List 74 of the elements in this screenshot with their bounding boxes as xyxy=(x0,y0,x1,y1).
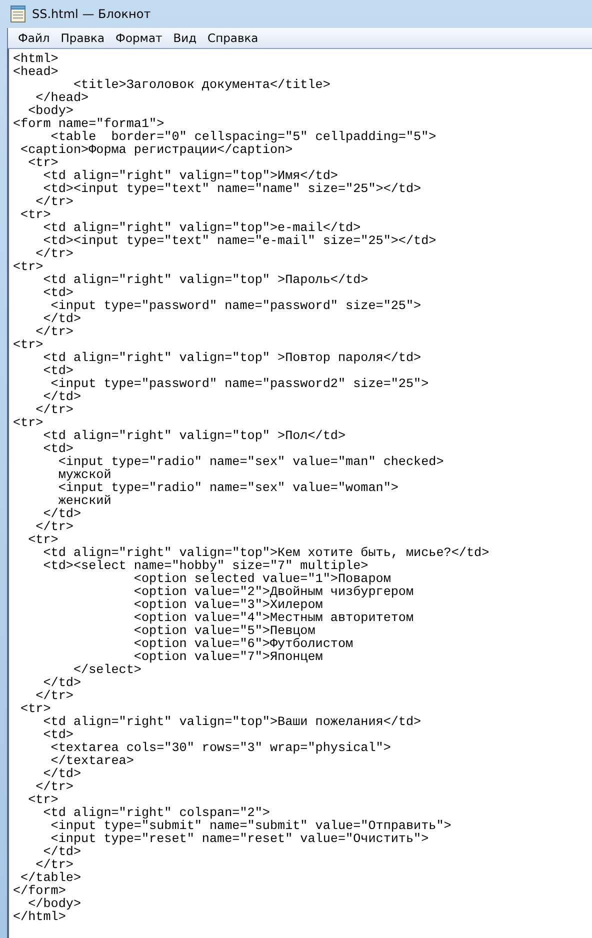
code-line: <option value="7">Японцем xyxy=(134,651,323,664)
code-line: </td> xyxy=(43,846,82,859)
code-line: <option value="2">Двойным чизбургером xyxy=(132,586,414,599)
code-line: <td align="right" valign="top" >Пол</td> xyxy=(42,430,346,443)
code-line: <body> xyxy=(28,105,74,118)
code-line: </td> xyxy=(43,768,82,781)
code-line: <td> xyxy=(42,729,74,742)
code-line: <tr> xyxy=(13,261,44,274)
code-line: <td><select name="hobby" size="7" multiple> xyxy=(42,560,368,573)
code-line: <input type="password" name="password" size="25"> xyxy=(50,300,422,313)
code-line: </select> xyxy=(73,664,142,677)
code-line: <option selected value="1">Поваром xyxy=(132,573,391,586)
code-line: <tr> xyxy=(27,157,58,170)
code-line: <td> xyxy=(42,443,74,456)
code-line: <td align="right" valign="top">Кем хотите быть, мисье?</td> xyxy=(42,547,490,560)
code-line: <option value="3">Хилером xyxy=(132,599,323,612)
code-line: <input type="password" name="password2" size="25"> xyxy=(50,378,429,391)
window-title: SS.html — Блокнот xyxy=(32,7,151,21)
code-line: <head> xyxy=(13,66,58,79)
code-line: <td align="right" valign="top" >Пароль</td> xyxy=(42,274,368,287)
code-line: </table> xyxy=(20,872,82,885)
code-line: <textarea cols="30" rows="3" wrap="physical"> xyxy=(50,742,391,755)
code-line: <title>Заголовок документа</title> xyxy=(73,79,330,92)
notepad-icon xyxy=(10,5,26,23)
code-line: <tr> xyxy=(13,417,44,430)
code-line: </textarea> xyxy=(50,755,134,768)
code-line: <input type="reset" name="reset" value="Очистить"> xyxy=(50,833,429,846)
code-line: женский xyxy=(58,495,112,508)
code-line: <html> xyxy=(13,53,58,66)
code-line: </html> xyxy=(13,911,66,924)
menu-item[interactable]: Формат xyxy=(112,31,170,45)
code-line: <tr> xyxy=(27,794,58,807)
code-line: <option value="4">Местным авторитетом xyxy=(132,612,414,625)
code-line: </td> xyxy=(43,677,82,690)
code-line: <td align="right" colspan="2"> xyxy=(42,807,270,820)
menu-item[interactable]: Справка xyxy=(204,31,266,45)
code-line: <option value="5">Певцом xyxy=(132,625,316,638)
code-line: <option value="6">Футболистом xyxy=(132,638,354,651)
code-line: </body> xyxy=(28,898,82,911)
code-line: <tr> xyxy=(27,534,58,547)
code-line: мужской xyxy=(57,469,112,482)
code-line: <input type="radio" name="sex" value="man" checked> xyxy=(57,456,444,469)
code-line: <td align="right" valign="top">e-mail</td> xyxy=(42,222,361,235)
code-line: </tr> xyxy=(34,248,74,261)
menu-item[interactable]: Вид xyxy=(169,31,204,45)
code-line: </tr> xyxy=(34,781,74,794)
menu-item[interactable]: Файл xyxy=(14,31,57,45)
code-line: </tr> xyxy=(34,521,74,534)
code-line: </tr> xyxy=(34,196,74,209)
code-line: <td> xyxy=(42,365,74,378)
code-line: <td align="right" valign="top">Имя</td> xyxy=(42,170,338,183)
code-line: <table border="0" cellspacing="5" cellpadding="5"> xyxy=(50,131,436,144)
code-line: </td> xyxy=(43,508,82,521)
code-line: <tr> xyxy=(20,209,51,222)
code-line: <td> xyxy=(42,287,74,300)
code-line: <form name="forma1"> xyxy=(13,118,164,131)
code-line: <td align="right" valign="top">Ваши пожелания</td> xyxy=(42,716,422,729)
menu-item[interactable]: Правка xyxy=(56,31,112,45)
code-line: </form> xyxy=(13,885,66,898)
code-line: </head> xyxy=(36,92,89,105)
code-line: </tr> xyxy=(34,404,74,417)
code-line: <tr> xyxy=(20,703,51,716)
code-line: <td><input type="text" name="name" size="25"></td> xyxy=(43,183,422,196)
code-line: </tr> xyxy=(34,690,74,703)
code-line: <input type="submit" name="submit" value="Отправить"> xyxy=(50,820,452,833)
code-line: <caption>Форма регистрации</caption> xyxy=(20,144,293,157)
code-line: </tr> xyxy=(34,326,74,339)
code-line: </tr> xyxy=(36,859,74,872)
code-line: <input type="radio" name="sex" value="woman"> xyxy=(57,482,398,495)
code-line: <td align="right" valign="top" >Повтор пароля</td> xyxy=(42,352,422,365)
code-line: <td><input type="text" name="e-mail" size="25"></td> xyxy=(43,235,436,248)
code-line: </td> xyxy=(43,391,82,404)
code-line: </td> xyxy=(43,313,82,326)
code-line: <tr> xyxy=(13,339,44,352)
